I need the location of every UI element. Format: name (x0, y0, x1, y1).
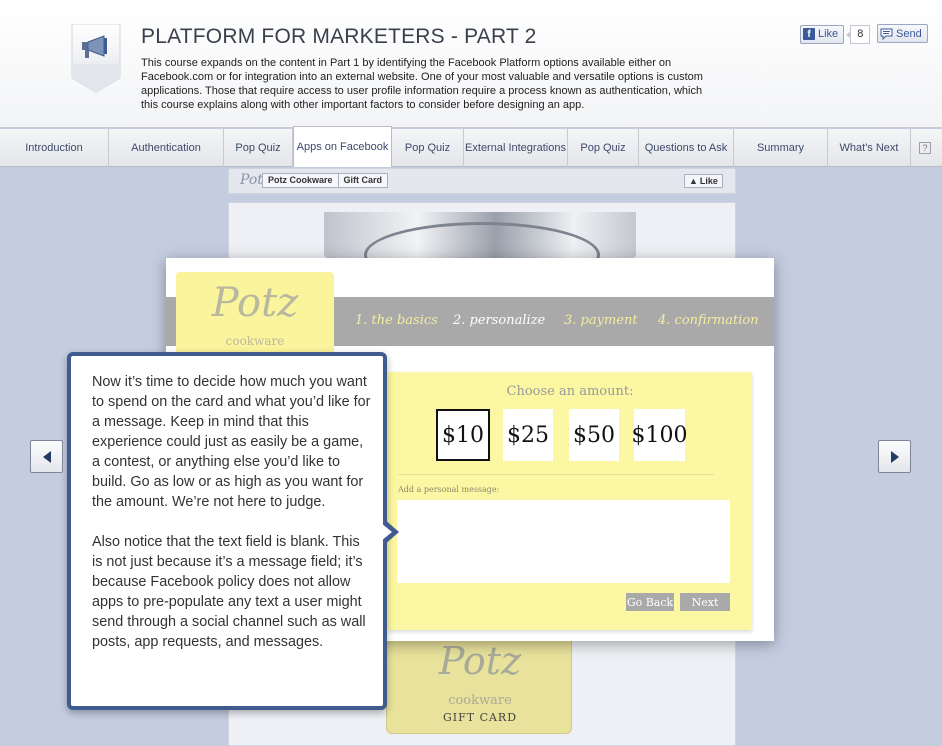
send-label: Send (896, 27, 922, 40)
step-payment: 3. payment (564, 313, 638, 328)
tab-introduction[interactable]: Introduction (0, 129, 109, 167)
message-label: Add a personal message: (398, 485, 500, 494)
breadcrumb-item: Potz Cookware (263, 174, 339, 187)
cookware-photo (324, 212, 636, 258)
background-breadcrumb: Potz Cookware Gift Card (262, 173, 389, 188)
lesson-stage: Potz Potz Cookware Gift Card ▲ Like Potz… (0, 168, 942, 746)
facebook-icon: f (803, 28, 815, 40)
instruction-callout: Now it’s time to decide how much you wan… (67, 352, 387, 710)
tab-authentication[interactable]: Authentication (109, 129, 224, 167)
go-back-button[interactable]: Go Back (626, 593, 674, 611)
step-confirmation: 4. confirmation (658, 313, 759, 328)
gift-card-label: GIFT CARD (442, 711, 518, 724)
course-header: PLATFORM FOR MARKETERS - PART 2 This cou… (0, 0, 942, 128)
amount-option-50[interactable]: $50 (569, 409, 619, 461)
tab-pop-quiz-2[interactable]: Pop Quiz (392, 129, 464, 167)
tab-summary[interactable]: Summary (734, 129, 828, 167)
like-button[interactable]: f Like (800, 24, 845, 44)
tab-external-integrations[interactable]: External Integrations (464, 129, 568, 167)
callout-paragraph: Now it’s time to decide how much you wan… (92, 374, 371, 510)
callout-paragraph: Also notice that the text field is blank… (92, 534, 366, 650)
gift-card-logo: Potz (438, 639, 522, 683)
chevron-right-icon (890, 450, 899, 463)
megaphone-icon (71, 23, 121, 93)
step-the-basics: 1. the basics (355, 313, 438, 328)
tab-pop-quiz-1[interactable]: Pop Quiz (224, 129, 293, 167)
like-label: Like (818, 28, 839, 40)
brand-logo-sub: cookware (225, 334, 285, 348)
callout-text: Now it’s time to decide how much you wan… (92, 372, 372, 652)
help-icon: ? (919, 142, 931, 154)
next-button[interactable]: Next (680, 593, 730, 611)
like-count: 8 (846, 24, 871, 44)
tab-questions-to-ask[interactable]: Questions to Ask (639, 129, 734, 167)
course-badge (70, 23, 122, 94)
facebook-like-widget: f Like 8 (800, 24, 871, 44)
step-personalize: 2. personalize (453, 313, 546, 328)
brand-logo: Potz (211, 280, 299, 326)
background-like-button: ▲ Like (684, 174, 723, 188)
previous-button[interactable] (30, 440, 63, 473)
speech-bubble-icon (880, 28, 893, 40)
divider (398, 474, 714, 475)
amount-option-25[interactable]: $25 (503, 409, 553, 461)
breadcrumb-item: Gift Card (343, 175, 383, 185)
tab-pop-quiz-3[interactable]: Pop Quiz (568, 129, 639, 167)
send-button[interactable]: Send (877, 24, 928, 43)
tab-whats-next[interactable]: What's Next (828, 129, 911, 167)
course-tab-bar: Introduction Authentication Pop Quiz App… (0, 126, 942, 167)
personal-message-field[interactable] (397, 500, 730, 583)
thumbs-up-icon: ▲ (689, 176, 698, 186)
gift-card-preview: Potz cookware GIFT CARD (386, 638, 572, 734)
gift-card-sub: cookware (448, 693, 512, 708)
callout-pointer-inner (381, 523, 392, 541)
amount-option-100[interactable]: $100 (632, 409, 688, 461)
tab-apps-on-facebook[interactable]: Apps on Facebook (293, 126, 392, 167)
amount-panel: Choose an amount: $10 $25 $50 $100 Add a… (388, 372, 752, 630)
chevron-left-icon (42, 450, 51, 463)
next-slide-button[interactable] (878, 440, 911, 473)
course-description: This course expands on the content in Pa… (141, 57, 703, 111)
amount-option-10[interactable]: $10 (436, 409, 490, 461)
page-title: PLATFORM FOR MARKETERS - PART 2 (141, 25, 537, 48)
help-button[interactable]: ? (911, 129, 939, 167)
brand-logo-tab: Potz cookware (176, 272, 334, 362)
amount-title: Choose an amount: (506, 384, 634, 399)
